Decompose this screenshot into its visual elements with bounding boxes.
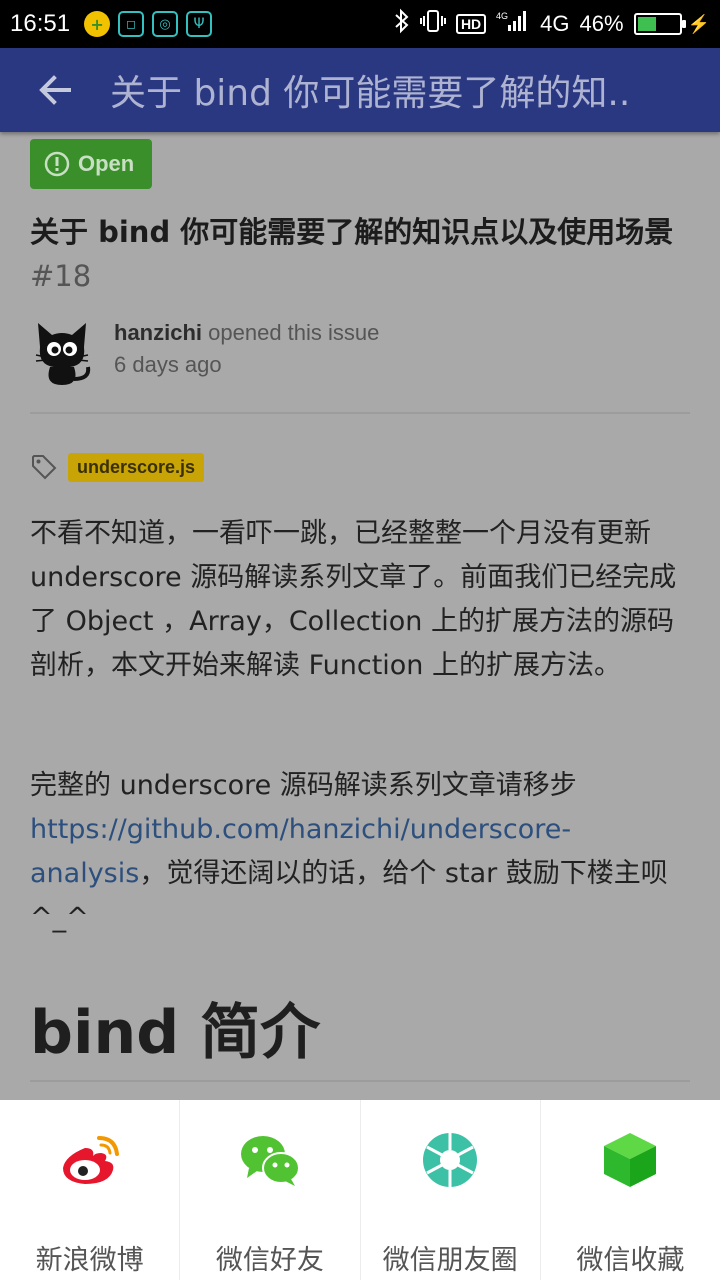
share-label: 微信朋友圈: [382, 1245, 518, 1276]
screenshot-icon: ◻: [118, 11, 145, 37]
status-time: 16:51: [10, 10, 71, 37]
divider: [30, 412, 690, 414]
moments-icon: [418, 1130, 482, 1190]
share-label: 微信收藏: [576, 1245, 685, 1276]
back-button[interactable]: [0, 48, 110, 132]
app-bar: 关于 bind 你可能需要了解的知..: [0, 48, 720, 132]
issue-opened-icon: [44, 151, 70, 177]
app-bar-title: 关于 bind 你可能需要了解的知..: [110, 73, 631, 114]
charging-icon: ⚡: [687, 13, 710, 34]
share-wechat-friend[interactable]: 微信好友: [180, 1100, 361, 1280]
share-label: 微信好友: [215, 1245, 324, 1276]
wechat-icon: [238, 1130, 302, 1190]
issue-action: opened this issue: [208, 320, 380, 345]
status-bar: 16:51 + ◻ ◎ Ψ HD 4G 4G 46% ⚡: [0, 0, 720, 48]
share-favorites[interactable]: 微信收藏: [541, 1100, 720, 1280]
labels-row: underscore.js: [30, 450, 205, 484]
issue-title: 关于 bind 你可能需要了解的知识点以及使用场景 #18: [30, 210, 690, 298]
issue-state-label: Open: [78, 151, 135, 176]
notification-icons: + ◻ ◎ Ψ: [84, 11, 213, 37]
issue-meta: hanzichi opened this issue 6 days ago: [114, 317, 379, 381]
section-heading: bind 简介: [30, 998, 321, 1068]
hd-badge: HD: [455, 14, 487, 34]
avatar[interactable]: [30, 317, 94, 387]
tag-icon: [32, 455, 57, 480]
favorites-icon: [598, 1130, 662, 1190]
issue-time: 6 days ago: [114, 352, 222, 377]
battery-icon: [633, 13, 686, 35]
issue-state-badge: Open: [30, 139, 152, 189]
author-name[interactable]: hanzichi: [114, 320, 202, 345]
vibrate-icon: [419, 9, 446, 39]
svg-text:4G: 4G: [496, 11, 508, 21]
paragraph-2-prefix: 完整的 underscore 源码解读系列文章请移步: [30, 770, 577, 801]
body-paragraph-2: 完整的 underscore 源码解读系列文章请移步 https://githu…: [30, 764, 690, 940]
label-chip[interactable]: underscore.js: [68, 452, 205, 482]
signal-icon: 4G: [496, 9, 530, 39]
share-sheet: 新浪微博 微信好友 微信朋友圈 微信收藏: [0, 1100, 720, 1280]
heading-divider: [30, 1080, 690, 1082]
share-moments[interactable]: 微信朋友圈: [361, 1100, 541, 1280]
issue-title-text: 关于 bind 你可能需要了解的知识点以及使用场景: [30, 215, 674, 249]
body-paragraph-1: 不看不知道，一看吓一跳，已经整整一个月没有更新 underscore 源码解读系…: [30, 518, 677, 681]
usb-icon: Ψ: [186, 11, 213, 37]
share-weibo[interactable]: 新浪微博: [0, 1100, 181, 1280]
author-row: hanzichi opened this issue 6 days ago: [30, 317, 690, 387]
bluetooth-icon: [394, 8, 410, 40]
plus-app-icon: +: [84, 11, 111, 37]
hotspot-icon: ◎: [152, 11, 179, 37]
issue-number: #18: [30, 259, 92, 293]
battery-percent: 46%: [579, 11, 624, 36]
network-type: 4G: [540, 11, 570, 36]
arrow-back-icon: [39, 75, 71, 105]
weibo-icon: [58, 1130, 122, 1190]
share-label: 新浪微博: [35, 1245, 144, 1276]
